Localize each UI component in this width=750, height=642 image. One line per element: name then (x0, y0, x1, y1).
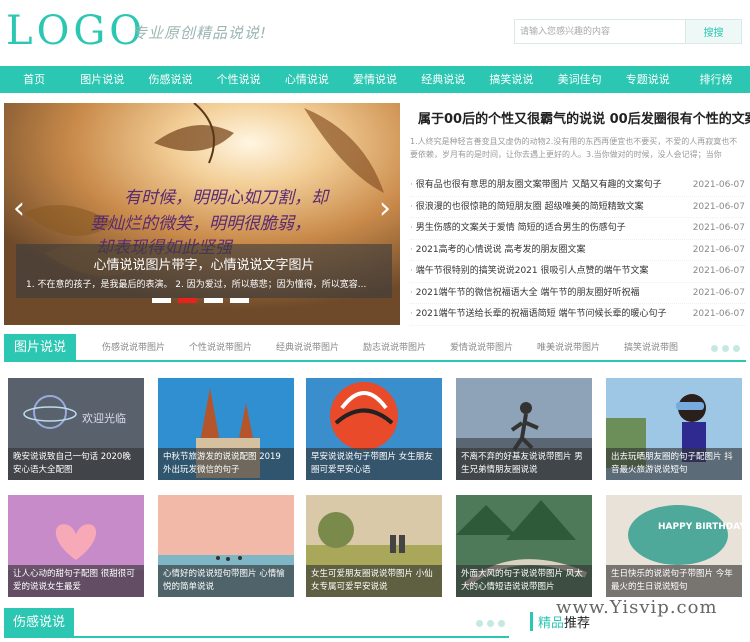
slider-next-arrow[interactable]: › (374, 189, 396, 229)
nav-sad[interactable]: 伤感说说 (136, 66, 204, 93)
card-caption[interactable]: 生日快乐的说说句子带图片 今年最火的生日说说短句 (606, 565, 742, 597)
news-date: 2021-06-07 (692, 223, 745, 233)
news-item[interactable]: 很浪漫的也很惊艳的简短朋友圈 超级唯美的简短精致文案 2021-06-07 (410, 197, 745, 218)
picture-card[interactable]: 女生可爱朋友圈说说带图片 小仙女专属可爱早安说说 (306, 495, 442, 597)
news-date: 2021-06-07 (692, 287, 745, 298)
card-caption[interactable]: 早安说说说句子带图片 女生朋友圈可爱早安心语 (306, 448, 442, 480)
more-dots-icon[interactable] (476, 620, 505, 627)
nav-picture[interactable]: 图片说说 (68, 66, 136, 93)
news-date: 2021-06-07 (692, 180, 745, 190)
nav-funny[interactable]: 搞笑说说 (477, 66, 545, 93)
section-tab[interactable]: 励志说说带图片 (363, 334, 450, 362)
slider-dot-active[interactable] (178, 298, 197, 303)
site-slogan: 专业原创精品说说! (132, 24, 268, 42)
featured-label-a: 精品 (538, 616, 565, 631)
sad-section-tag[interactable]: 伤感说说 (4, 608, 75, 638)
slider-title[interactable]: 心情说说图片带字，心情说说文字图片 (16, 254, 392, 273)
nav-classic[interactable]: 经典说说 (409, 66, 477, 93)
section-tab[interactable]: 经典说说带图片 (276, 334, 363, 362)
slider-handwriting: 有时候，明明心如刀割，却 (124, 188, 330, 208)
header: LOGO 专业原创精品说说! 搜搜 (0, 0, 750, 66)
picture-card[interactable]: 出去玩晒朋友圈的句子配图片 抖音最火旅游说说短句 (606, 378, 742, 480)
news-item[interactable]: 2021端午节的微信祝福语大全 端午节的朋友圈好听祝福 2021-06-07 (410, 283, 745, 304)
slider-dot[interactable] (152, 298, 171, 303)
section-tab[interactable]: 搞笑说说带图 (624, 334, 711, 362)
section-tab[interactable]: 唯美说说带图片 (537, 334, 624, 362)
news-title[interactable]: 很有品也很有意思的朋友圈文案带图片 又酷又有趣的文案句子 (410, 175, 662, 196)
picture-card[interactable]: HAPPY BIRTHDAY EUNBI 生日快乐的说说句子带图片 今年最火的生… (606, 495, 742, 597)
slider-prev-arrow[interactable]: ‹ (8, 189, 30, 229)
news-item[interactable]: 2021高考的心情说说 高考发的朋友圈文案 2021-06-07 (410, 240, 745, 261)
picture-section-bar: 图片说说 伤感说说带图片 个性说说带图片 经典说说带图片 励志说说带图片 爱情说… (4, 334, 746, 362)
news-item[interactable]: 很有品也很有意思的朋友圈文案带图片 又酷又有趣的文案句子 2021-06-07 (410, 175, 745, 197)
news-title[interactable]: 2021端午节的微信祝福语大全 端午节的朋友圈好听祝福 (410, 283, 640, 304)
news-title[interactable]: 端午节很特别的搞笑说说2021 很吸引人点赞的端午节文案 (410, 261, 649, 282)
card-caption[interactable]: 中秋节旅游发的说说配图 2019外出玩发微信的句子 (158, 448, 294, 480)
picture-card[interactable]: 早安说说说句子带图片 女生朋友圈可爱早安心语 (306, 378, 442, 480)
picture-card[interactable]: 不离不弃的好基友说说带图片 男生兄弟情朋友圈说说 (456, 378, 592, 480)
svg-text:HAPPY BIRTHDAY EUNBI: HAPPY BIRTHDAY EUNBI (658, 522, 742, 532)
news-date: 2021-06-07 (692, 201, 745, 212)
slider-caption[interactable]: 心情说说图片带字，心情说说文字图片 1. 不在意的孩子，是我最后的表演。 2. … (16, 244, 392, 298)
news-item[interactable]: 男生伤感的文案关于爱情 简短的适合男生的伤感句子 2021-06-07 (410, 218, 745, 240)
news-title[interactable]: 2021高考的心情说说 高考发的朋友圈文案 (410, 240, 586, 261)
news-item[interactable]: 2021端午节送给长辈的祝福语简短 端午节问候长辈的暖心句子 2021-06-07 (410, 304, 745, 326)
picture-card[interactable]: 心情好的说说短句带图片 心情愉悦的简单说说 (158, 495, 294, 597)
picture-section-tag[interactable]: 图片说说 (4, 334, 77, 362)
featured-label-b: 推荐 (564, 616, 591, 631)
sad-section-bar: 伤感说说 (4, 608, 509, 638)
news-list: 很有品也很有意思的朋友圈文案带图片 又酷又有趣的文案句子 2021-06-07 很… (410, 175, 745, 326)
search-input[interactable] (515, 20, 687, 43)
section-tab[interactable]: 伤感说说带图片 (102, 334, 189, 362)
news-date: 2021-06-07 (692, 266, 745, 276)
news-title[interactable]: 很浪漫的也很惊艳的简短朋友圈 超级唯美的简短精致文案 (410, 197, 644, 218)
news-date: 2021-06-07 (692, 244, 745, 255)
nav-home[interactable]: 首页 (0, 66, 68, 93)
card-caption[interactable]: 晚安说说致自己一句话 2020晚安心语大全配图 (8, 448, 144, 480)
slider-dot[interactable] (204, 298, 223, 303)
site-watermark: www.Yisvip.com (556, 597, 718, 618)
slider-desc: 1. 不在意的孩子，是我最后的表演。 2. 因为爱过，所以慈悲；因为懂得，所以宽… (26, 280, 367, 290)
news-title[interactable]: 男生伤感的文案关于爱情 简短的适合男生的伤感句子 (410, 218, 626, 239)
nav-topics[interactable]: 专题说说 (614, 66, 682, 93)
search-button[interactable]: 搜搜 (685, 20, 741, 43)
more-dots-icon[interactable] (711, 345, 740, 352)
search-box: 搜搜 (514, 19, 742, 44)
picture-section-tabs: 伤感说说带图片 个性说说带图片 经典说说带图片 励志说说带图片 爱情说说带图片 … (102, 334, 711, 362)
nav-love[interactable]: 爱情说说 (341, 66, 409, 93)
svg-text:要灿烂的微笑，明明很脆弱，: 要灿烂的微笑，明明很脆弱， (90, 214, 311, 234)
nav-mood[interactable]: 心情说说 (273, 66, 341, 93)
card-caption[interactable]: 不离不弃的好基友说说带图片 男生兄弟情朋友圈说说 (456, 448, 592, 480)
card-caption[interactable]: 心情好的说说短句带图片 心情愉悦的简单说说 (158, 565, 294, 597)
slider-dot[interactable] (230, 298, 249, 303)
slider-pagination (152, 298, 249, 303)
svg-text:欢迎光临: 欢迎光临 (82, 411, 126, 425)
picture-card[interactable]: 中秋节旅游发的说说配图 2019外出玩发微信的句子 (158, 378, 294, 480)
news-title[interactable]: 2021端午节送给长辈的祝福语简短 端午节问候长辈的暖心句子 (410, 304, 667, 325)
hero-slider[interactable]: 有时候，明明心如刀割，却 要灿烂的微笑，明明很脆弱， 却表现得如此坚强 ‹ › … (4, 103, 400, 325)
card-caption[interactable]: 出去玩晒朋友圈的句子配图片 抖音最火旅游说说短句 (606, 448, 742, 480)
headline-summary: 1.人终究是种轻言善变且又虚伪的动物2.没有用的东西再便宜也不要买，不爱的人再寂… (410, 137, 738, 159)
card-caption[interactable]: 女生可爱朋友圈说说带图片 小仙女专属可爱早安说说 (306, 565, 442, 597)
picture-card[interactable]: 外面大风的句子说说带图片 风太大的心情短语说说带图片 (456, 495, 592, 597)
news-date: 2021-06-07 (692, 309, 745, 319)
section-tab[interactable]: 爱情说说带图片 (450, 334, 537, 362)
news-item[interactable]: 端午节很特别的搞笑说说2021 很吸引人点赞的端午节文案 2021-06-07 (410, 261, 745, 283)
picture-card[interactable]: 让人心动的甜句子配图 很甜很可爱的说说女生最爱 (8, 495, 144, 597)
section-tab[interactable]: 个性说说带图片 (189, 334, 276, 362)
nav-quotes[interactable]: 美词佳句 (546, 66, 614, 93)
card-caption[interactable]: 外面大风的句子说说带图片 风太大的心情短语说说带图片 (456, 565, 592, 597)
site-logo[interactable]: LOGO (6, 8, 146, 54)
nav-personality[interactable]: 个性说说 (205, 66, 273, 93)
headline-title[interactable]: 属于00后的个性又很霸气的说说 00后发圈很有个性的文案 (418, 108, 750, 127)
card-caption[interactable]: 让人心动的甜句子配图 很甜很可爱的说说女生最爱 (8, 565, 144, 597)
picture-card[interactable]: 欢迎光临 晚安说说致自己一句话 2020晚安心语大全配图 (8, 378, 144, 480)
nav-ranking[interactable]: 排行榜 (682, 66, 750, 93)
main-nav: 首页 图片说说 伤感说说 个性说说 心情说说 爱情说说 经典说说 搞笑说说 美词… (0, 66, 750, 93)
